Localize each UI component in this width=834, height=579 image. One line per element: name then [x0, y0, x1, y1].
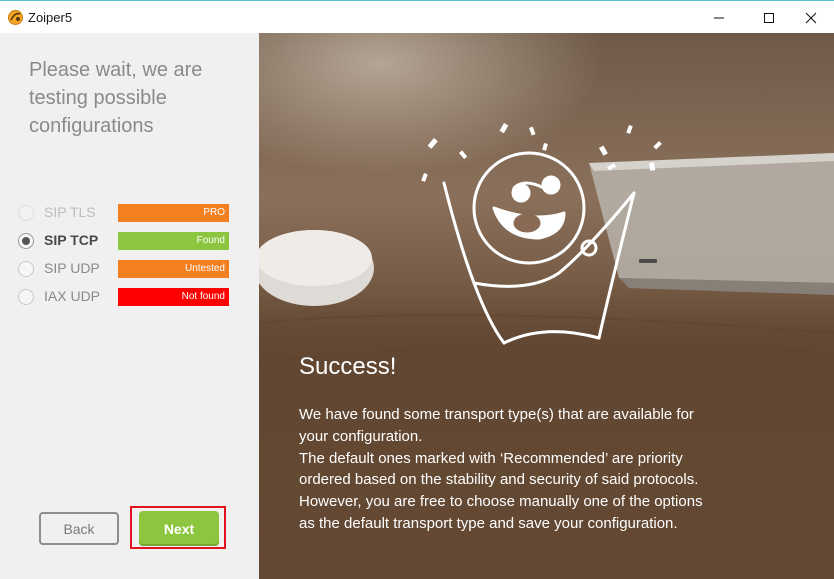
- sip-tcp-radio[interactable]: [18, 233, 34, 249]
- zoiper-logo-icon: [8, 10, 23, 25]
- window-title: Zoiper5: [28, 10, 73, 25]
- zoiper-window: Zoiper5 Please wait, we are testing poss…: [0, 0, 834, 579]
- status-badge: Untested: [118, 260, 229, 278]
- close-icon: [805, 12, 817, 23]
- transport-label: SIP UDP: [44, 260, 100, 276]
- message-line: The default ones marked with ‘Recommende…: [299, 449, 683, 467]
- success-title: Success!: [299, 353, 397, 380]
- sip-udp-radio[interactable]: [18, 261, 34, 277]
- message-line: However, you are free to choose manually…: [299, 493, 703, 511]
- left-panel: Please wait, we are testing possible con…: [0, 33, 259, 579]
- maximize-icon: [764, 12, 774, 23]
- message-line: We have found some transport type(s) tha…: [299, 406, 694, 423]
- message-line: your configuration.: [299, 427, 423, 445]
- success-message: We have found some transport type(s) tha…: [299, 404, 789, 535]
- success-panel: Success! We have found some transport ty…: [259, 33, 834, 579]
- minimize-icon: [714, 17, 724, 18]
- testing-heading: Please wait, we are testing possible con…: [29, 59, 203, 137]
- transport-row-sip-tls: SIP TLS PRO: [18, 203, 230, 223]
- message-line: as the default transport type and save y…: [299, 514, 678, 532]
- minimize-button[interactable]: [696, 2, 742, 33]
- message-line: ordered based on the stability and secur…: [299, 471, 699, 489]
- next-button[interactable]: Next: [139, 511, 219, 546]
- iax-udp-radio[interactable]: [18, 289, 34, 305]
- transport-row-sip-tcp[interactable]: SIP TCP Found: [18, 231, 230, 251]
- sip-tls-radio: [18, 205, 34, 221]
- status-badge: Found: [118, 232, 229, 250]
- status-badge: Not found: [118, 288, 229, 306]
- status-badge: PRO: [118, 204, 229, 222]
- title-bar: Zoiper5: [0, 2, 834, 33]
- transport-row-iax-udp[interactable]: IAX UDP Not found: [18, 287, 230, 307]
- transport-row-sip-udp[interactable]: SIP UDP Untested: [18, 259, 230, 279]
- transport-label: SIP TLS: [44, 204, 96, 220]
- transport-label: IAX UDP: [44, 288, 101, 304]
- close-button[interactable]: [788, 2, 834, 33]
- maximize-button[interactable]: [746, 2, 792, 33]
- back-button[interactable]: Back: [39, 512, 119, 545]
- transport-label: SIP TCP: [44, 232, 99, 248]
